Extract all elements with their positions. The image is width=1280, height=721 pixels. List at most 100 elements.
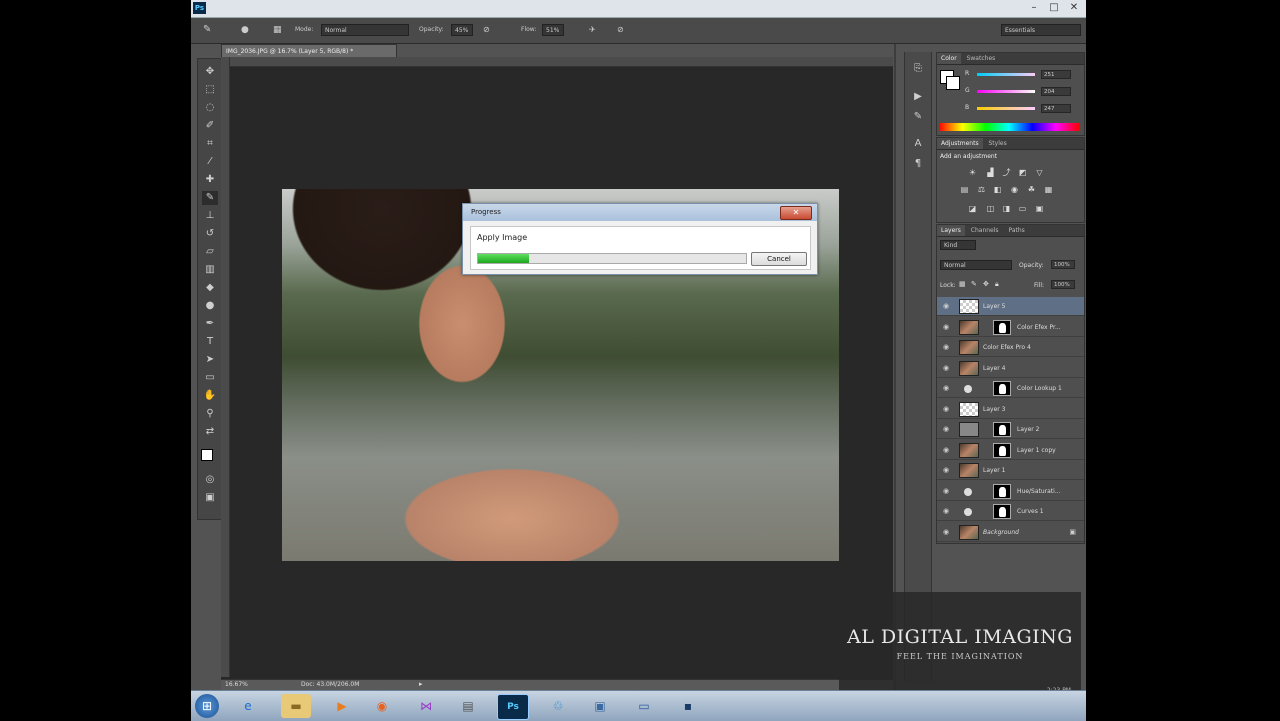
slider-g[interactable] — [977, 90, 1035, 93]
levels-icon[interactable]: ▟ — [985, 168, 996, 178]
firefox-icon[interactable]: ◉ — [367, 694, 397, 718]
layer-row[interactable]: ◉ Background ▣ — [937, 523, 1084, 542]
layer-thumbnail[interactable] — [959, 360, 979, 376]
gradient-map-icon[interactable]: ▭ — [1017, 204, 1028, 214]
invert-icon[interactable]: ◪ — [967, 204, 978, 214]
eyedropper-tool-icon[interactable]: ⁄ — [202, 155, 218, 169]
vibrance-icon[interactable]: ▽ — [1034, 168, 1045, 178]
tab-swatches[interactable]: Swatches — [963, 53, 1000, 64]
layer-row[interactable]: ◉ Layer 1 — [937, 461, 1084, 480]
layer-thumbnail[interactable] — [959, 442, 979, 458]
value-r[interactable]: 251 — [1041, 70, 1071, 79]
layer-row[interactable]: ◉ Layer 2 — [937, 420, 1084, 439]
zoom-level[interactable]: 16.67% — [225, 681, 248, 688]
layer-opacity-input[interactable]: 100% — [1051, 260, 1075, 269]
layer-mask-thumbnail[interactable] — [993, 422, 1011, 437]
visibility-eye-icon[interactable]: ◉ — [942, 343, 950, 351]
pen-tool-icon[interactable]: ✒ — [202, 317, 218, 331]
paragraph-panel-icon[interactable]: ¶ — [910, 157, 926, 171]
curves-icon[interactable]: ⤴ — [1001, 168, 1012, 178]
brush-panel-icon[interactable]: ▦ — [273, 24, 282, 36]
visibility-eye-icon[interactable]: ◉ — [942, 487, 950, 495]
posterize-icon[interactable]: ◫ — [985, 204, 996, 214]
layer-mask-thumbnail[interactable] — [993, 504, 1011, 519]
background-swatch[interactable] — [946, 76, 960, 90]
status-arrow-icon[interactable]: ▸ — [419, 680, 423, 688]
document-icon[interactable]: ▤ — [453, 694, 483, 718]
layer-row[interactable]: ◉ Curves 1 — [937, 502, 1084, 521]
layer-row[interactable]: ◉ Layer 5 — [937, 297, 1084, 316]
layer-row[interactable]: ◉ Color Efex Pro 4 — [937, 338, 1084, 357]
tab-layers[interactable]: Layers — [937, 225, 965, 236]
explorer-icon[interactable]: ▬ — [281, 694, 311, 718]
clone-stamp-tool-icon[interactable]: ⊥ — [202, 209, 218, 223]
layer-row[interactable]: ◉ Layer 4 — [937, 359, 1084, 378]
brush-panel-icon[interactable]: ✎ — [910, 110, 926, 124]
workspace-select[interactable]: Essentials — [1001, 24, 1081, 36]
maximize-button[interactable]: □ — [1044, 1, 1064, 15]
pressure-size-icon[interactable]: ⊘ — [617, 24, 624, 36]
history-brush-tool-icon[interactable]: ↺ — [202, 227, 218, 241]
healing-tool-icon[interactable]: ✚ — [202, 173, 218, 187]
lock-all-icon[interactable]: 🔒︎ — [995, 280, 999, 289]
window-icon[interactable]: ▭ — [629, 694, 659, 718]
eraser-tool-icon[interactable]: ▱ — [202, 245, 218, 259]
media-player-icon[interactable]: ▶ — [327, 694, 357, 718]
brush-preset-icon[interactable]: ● — [241, 24, 249, 36]
photo-filter-icon[interactable]: ◉ — [1009, 185, 1020, 195]
quick-mask-icon[interactable]: ◎ — [202, 473, 218, 487]
layer-thumbnail[interactable] — [959, 340, 979, 355]
visibility-eye-icon[interactable]: ◉ — [942, 302, 950, 310]
photoshop-taskbar-icon[interactable]: Ps — [497, 694, 529, 720]
layer-mask-thumbnail[interactable] — [993, 381, 1011, 396]
value-b[interactable]: 247 — [1041, 104, 1071, 113]
tab-styles[interactable]: Styles — [985, 138, 1011, 149]
swap-colors-icon[interactable]: ⇄ — [202, 425, 218, 439]
network-icon[interactable]: ▣ — [585, 694, 615, 718]
visibility-eye-icon[interactable]: ◉ — [942, 425, 950, 433]
layer-thumbnail[interactable] — [959, 319, 979, 335]
blur-tool-icon[interactable]: ◆ — [202, 281, 218, 295]
layer-row[interactable]: ◉ Layer 3 — [937, 400, 1084, 419]
screen-mode-icon[interactable]: ▣ — [202, 491, 218, 505]
channel-mixer-icon[interactable]: ☘ — [1026, 185, 1037, 195]
shape-tool-icon[interactable]: ▭ — [202, 371, 218, 385]
cancel-button[interactable]: Cancel — [751, 252, 807, 266]
layer-thumbnail[interactable] — [959, 463, 979, 478]
app-icon[interactable]: ⋈ — [411, 694, 441, 718]
move-tool-icon[interactable]: ✥ — [202, 65, 218, 79]
visibility-eye-icon[interactable]: ◉ — [942, 507, 950, 515]
visibility-eye-icon[interactable]: ◉ — [942, 446, 950, 454]
lock-transparent-icon[interactable]: ▦ — [959, 280, 966, 288]
tab-adjustments[interactable]: Adjustments — [937, 138, 983, 149]
blend-mode-select[interactable]: Normal — [940, 260, 1012, 270]
document-tab[interactable]: IMG_2036.JPG @ 16.7% (Layer 5, RGB/8) * — [221, 44, 397, 58]
layer-mask-thumbnail[interactable] — [993, 483, 1011, 499]
gradient-tool-icon[interactable]: ▥ — [202, 263, 218, 277]
visibility-eye-icon[interactable]: ◉ — [942, 364, 950, 372]
brush-tool-icon[interactable]: ✎ — [203, 24, 211, 36]
dodge-tool-icon[interactable]: ● — [202, 299, 218, 313]
visibility-eye-icon[interactable]: ◉ — [942, 405, 950, 413]
pressure-opacity-icon[interactable]: ⊘ — [483, 24, 490, 36]
ie-icon[interactable]: e — [233, 694, 263, 718]
slider-r[interactable] — [977, 73, 1035, 76]
path-select-tool-icon[interactable]: ➤ — [202, 353, 218, 367]
dialog-close-button[interactable]: ✕ — [780, 206, 812, 220]
layer-row[interactable]: ◉ Color Efex Pr... — [937, 318, 1084, 337]
layer-row[interactable]: ◉ Color Lookup 1 — [937, 379, 1084, 398]
hue-saturation-icon[interactable]: ▤ — [959, 185, 970, 195]
layer-row[interactable]: ◉ Hue/Saturati... — [937, 482, 1084, 501]
brightness-contrast-icon[interactable]: ☀ — [967, 168, 978, 178]
layer-mask-thumbnail[interactable] — [993, 319, 1011, 335]
start-button-icon[interactable]: ⊞ — [195, 694, 219, 718]
layer-thumbnail[interactable] — [959, 299, 979, 314]
layer-thumbnail[interactable] — [959, 401, 979, 417]
visibility-eye-icon[interactable]: ◉ — [942, 528, 950, 536]
lasso-tool-icon[interactable]: ◌ — [202, 101, 218, 115]
tab-paths[interactable]: Paths — [1004, 225, 1028, 236]
layer-mask-thumbnail[interactable] — [993, 442, 1011, 458]
exposure-icon[interactable]: ◩ — [1017, 168, 1028, 178]
threshold-icon[interactable]: ◨ — [1001, 204, 1012, 214]
character-panel-icon[interactable]: A — [910, 137, 926, 151]
